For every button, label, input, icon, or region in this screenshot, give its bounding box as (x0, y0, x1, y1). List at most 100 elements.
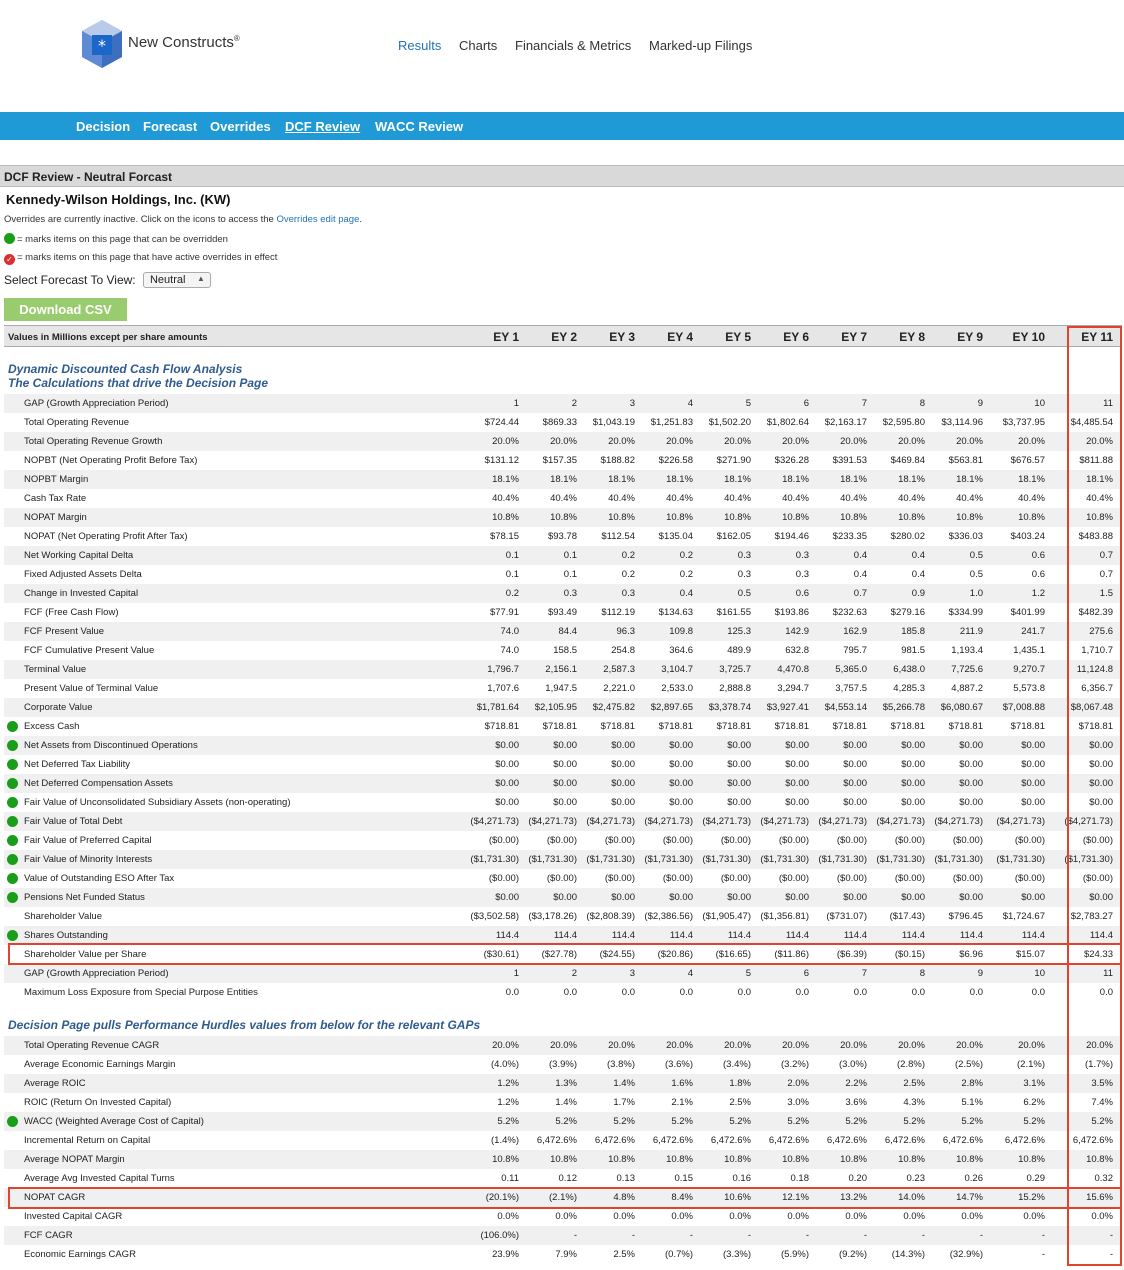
table-cell-ey-6: 2.0% (787, 1078, 809, 1089)
table-cell-ey-9: (2.5%) (955, 1059, 983, 1070)
table-cell-ey-11: 18.1% (1086, 474, 1113, 485)
override-dot-icon (4, 233, 15, 244)
top-nav-financials-metrics[interactable]: Financials & Metrics (515, 38, 631, 53)
override-dot-icon[interactable] (7, 797, 18, 808)
table-cell-ey-7: $391.53 (832, 455, 867, 466)
sub-nav-overrides[interactable]: Overrides (210, 119, 271, 134)
top-nav-marked-up-filings[interactable]: Marked-up Filings (649, 38, 752, 53)
table-cell-ey-5: 5.2% (729, 1116, 751, 1127)
override-dot-icon[interactable] (7, 854, 18, 865)
table-row: FCF CAGR (106.0%) - - - - - - - - - - (4, 1226, 1122, 1245)
override-dot-icon[interactable] (7, 816, 18, 827)
table-cell-ey-10: 10 (1034, 398, 1045, 409)
table-cell-ey-5: ($1,731.30) (702, 854, 751, 865)
table-cell-ey-1: 74.0 (500, 645, 520, 656)
table-cell-ey-1: ($1,731.30) (470, 854, 519, 865)
table-cell-ey-4: 0.4 (679, 588, 693, 599)
table-cell-ey-1: 1 (513, 398, 519, 409)
table-cell-ey-4: $0.00 (669, 759, 693, 770)
table-cell-ey-3: 10.8% (608, 1154, 635, 1165)
table-cell-ey-6: (3.2%) (781, 1059, 809, 1070)
table-cell-ey-10: ($0.00) (1014, 835, 1045, 846)
table-cell-ey-1: $718.81 (484, 721, 519, 732)
table-cell-ey-10: 0.0 (1031, 987, 1045, 998)
table-cell-ey-4: $2,897.65 (650, 702, 693, 713)
table-cell-ey-6: 0.0 (795, 987, 809, 998)
table-cell-ey-11: $4,485.54 (1070, 417, 1113, 428)
table-cell-ey-5: 10.8% (724, 512, 751, 523)
table-cell-ey-2: $0.00 (553, 759, 577, 770)
table-cell-ey-11: 11 (1103, 968, 1113, 979)
table-cell-ey-11: $8,067.48 (1070, 702, 1113, 713)
table-cell-ey-10: $401.99 (1010, 607, 1045, 618)
table-cell-ey-7: ($1,731.30) (818, 854, 867, 865)
table-cell-ey-6: 3,294.7 (777, 683, 809, 694)
sub-nav-dcf-review[interactable]: DCF Review (285, 119, 360, 134)
table-cell-ey-7: $0.00 (843, 759, 867, 770)
override-dot-icon[interactable] (7, 930, 18, 941)
table-row: Fair Value of Minority Interests ($1,731.… (4, 850, 1122, 869)
table-cell-ey-2: (2.1%) (549, 1192, 577, 1203)
table-cell-ey-9: 5.1% (961, 1097, 983, 1108)
row-label: Fair Value of Minority Interests (24, 854, 153, 865)
table-cell-ey-4: (3.6%) (665, 1059, 693, 1070)
overrides-edit-link[interactable]: Overrides edit page (276, 214, 359, 225)
override-dot-icon[interactable] (7, 892, 18, 903)
override-dot-icon[interactable] (7, 1116, 18, 1127)
sub-nav-forecast[interactable]: Forecast (143, 119, 197, 134)
table-cell-ey-9: $563.81 (948, 455, 983, 466)
table-cell-ey-8: 6,438.0 (893, 664, 925, 675)
table-cell-ey-6: 20.0% (782, 436, 809, 447)
override-dot-icon[interactable] (7, 721, 18, 732)
table-cell-ey-10: 20.0% (1018, 1040, 1045, 1051)
table-cell-ey-8: 5.2% (903, 1116, 925, 1127)
table-cell-ey-10: 0.29 (1026, 1173, 1046, 1184)
table-cell-ey-2: 2,156.1 (545, 664, 577, 675)
table-cell-ey-7: ($0.00) (836, 873, 867, 884)
table-cell-ey-4: 18.1% (666, 474, 693, 485)
forecast-select[interactable]: Neutral ▲ (142, 272, 211, 288)
table-cell-ey-2: 7.9% (555, 1249, 577, 1260)
table-cell-ey-1: 18.1% (492, 474, 519, 485)
table-cell-ey-10: 10.8% (1018, 512, 1045, 523)
table-cell-ey-2: 0.1 (563, 569, 577, 580)
table-cell-ey-6: $0.00 (785, 892, 809, 903)
row-label: Fixed Adjusted Assets Delta (24, 569, 142, 580)
table-row: Fair Value of Total Debt ($4,271.73) ($4,2… (4, 812, 1122, 831)
table-cell-ey-4: 3,104.7 (661, 664, 693, 675)
table-cell-ey-3: $0.00 (611, 740, 635, 751)
table-cell-ey-11: 20.0% (1086, 1040, 1113, 1051)
row-label: Net Working Capital Delta (24, 550, 134, 561)
table-cell-ey-5: $1,502.20 (708, 417, 751, 428)
override-dot-icon[interactable] (7, 835, 18, 846)
sub-nav-decision[interactable]: Decision (76, 119, 130, 134)
table-cell-ey-1: $0.00 (495, 892, 519, 903)
table-cell-ey-3: $0.00 (611, 759, 635, 770)
override-dot-icon[interactable] (7, 759, 18, 770)
table-cell-ey-4: $718.81 (658, 721, 693, 732)
table-cell-ey-2: 20.0% (550, 436, 577, 447)
new-constructs-logo-icon[interactable]: * (78, 18, 126, 70)
table-row: Average ROIC 1.2% 1.3% 1.4% 1.6% 1.8% 2.0% 2.2%… (4, 1074, 1122, 1093)
table-cell-ey-5: 20.0% (724, 436, 751, 447)
table-cell-ey-8: - (921, 1230, 925, 1241)
table-cell-ey-4: $0.00 (669, 740, 693, 751)
table-cell-ey-3: 18.1% (608, 474, 635, 485)
top-nav-results[interactable]: Results (398, 38, 441, 53)
table-cell-ey-1: 1.2% (497, 1097, 519, 1108)
table-row: Net Assets from Discontinued Operations $… (4, 736, 1122, 755)
table-cell-ey-3: $188.82 (600, 455, 635, 466)
table-cell-ey-6: 3.0% (787, 1097, 809, 1108)
table-cell-ey-11: 40.4% (1086, 493, 1113, 504)
download-csv-button[interactable]: Download CSV (4, 298, 127, 321)
company-name: Kennedy-Wilson Holdings, Inc. (KW) (6, 192, 231, 207)
table-cell-ey-9: 20.0% (956, 436, 983, 447)
table-cell-ey-2: 10.8% (550, 512, 577, 523)
override-dot-icon[interactable] (7, 778, 18, 789)
override-dot-icon[interactable] (7, 740, 18, 751)
override-dot-icon[interactable] (7, 873, 18, 884)
sub-nav-wacc-review[interactable]: WACC Review (375, 119, 463, 134)
table-cell-ey-5: - (747, 1230, 751, 1241)
top-nav-charts[interactable]: Charts (459, 38, 497, 53)
table-cell-ey-1: ($30.61) (483, 949, 519, 960)
